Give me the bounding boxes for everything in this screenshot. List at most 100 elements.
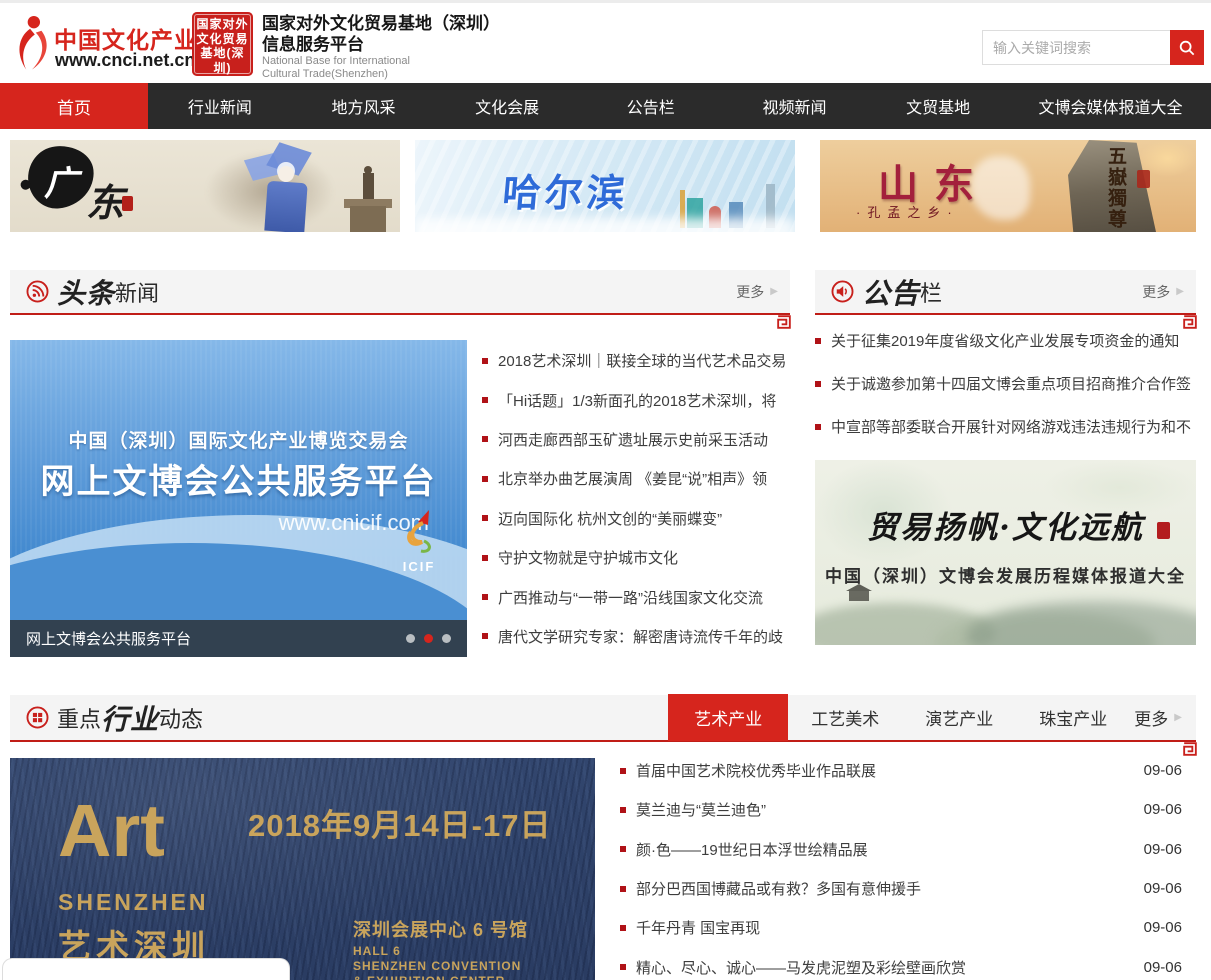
bullet (482, 358, 488, 364)
region-banner-harbin[interactable]: 哈尔滨 (415, 140, 795, 232)
floating-widget[interactable] (2, 958, 290, 980)
bullet (815, 381, 821, 387)
headline-news-list: 2018艺术深圳｜联接全球的当代艺术品交易 「Hi话题」1/3新面孔的2018艺… (482, 341, 790, 656)
stone-seal-decor (1137, 170, 1150, 188)
nav-item-notice[interactable]: 公告栏 (579, 83, 723, 129)
tab-performing-arts[interactable]: 演艺产业 (902, 694, 1016, 741)
bullet (815, 424, 821, 430)
carousel-slide[interactable]: 中国（深圳）国际文化产业博览交易会 网上文博会公共服务平台 www.cnicif… (10, 340, 467, 620)
news-item[interactable]: 「Hi话题」1/3新面孔的2018艺术深圳，将 (482, 380, 790, 419)
notice-title: 中宣部等部委联合开展针对网络游戏违法违规行为和不 (831, 416, 1191, 437)
org-title-zh: 国家对外文化贸易基地（深圳） (262, 13, 500, 34)
base-seal-logo: 国家对外 文化贸易 基地(深圳) National Base for Inter… (192, 12, 253, 76)
news-item[interactable]: 颜·色——19世纪日本浮世绘精品展 09-06 (620, 830, 1182, 869)
carousel-dot-active[interactable] (424, 634, 433, 643)
seal-line: 文化贸易 (192, 32, 253, 47)
news-date: 09-06 (1144, 841, 1182, 858)
bullet (620, 846, 626, 852)
news-item[interactable]: 部分巴西国博藏品或有救？多国有意伸援手09-06 (620, 869, 1182, 908)
news-title: 颜·色——19世纪日本浮世绘精品展 (636, 839, 868, 860)
slide-title-line2: 网上文博会公共服务平台 (10, 454, 467, 503)
carousel-caption-bar: 网上文博会公共服务平台 (10, 620, 467, 657)
search-button[interactable] (1170, 30, 1204, 65)
nav-item-home[interactable]: 首页 (0, 83, 148, 129)
bullet (620, 768, 626, 774)
art-logo-en: SHENZHEN (58, 889, 209, 916)
search-input[interactable] (982, 30, 1170, 65)
rss-icon (26, 280, 49, 303)
org-title-zh: 信息服务平台 (262, 34, 500, 55)
org-title-en: National Base for International (262, 55, 500, 68)
section-title: 动态 (159, 702, 203, 734)
stone-inscription: 五嶽獨尊 (1103, 146, 1130, 230)
notice-item[interactable]: 关于征集2019年度省级文化产业发展专项资金的通知 (815, 319, 1196, 362)
section-title: 栏 (920, 276, 942, 308)
banner-subtitle: 中国（深圳）文博会发展历程媒体报道大全 (815, 562, 1196, 587)
opera-face-decor (278, 166, 294, 182)
news-item[interactable]: 2018艺术深圳｜联接全球的当代艺术品交易 (482, 341, 790, 380)
art-venue-zh: 深圳会展中心 6 号馆 (353, 916, 528, 942)
industry-section-header: 重点 行业 动态 艺术产业 工艺美术 演艺产业 珠宝产业 更多 ▶ (10, 695, 1196, 742)
art-shenzhen-banner[interactable]: Art SHENZHEN 艺术深圳 2018年9月14日-17日 深圳会展中心 … (10, 758, 595, 980)
more-label: 更多 (736, 282, 764, 302)
search-icon (1178, 39, 1196, 57)
site-url: www.cnci.net.cn (55, 50, 195, 71)
industry-news-list: 首届中国艺术院校优秀毕业作品联展09-06 莫兰迪与“莫兰迪色”09-06 颜·… (620, 751, 1182, 980)
news-item[interactable]: 千年丹青 国宝再现09-06 (620, 908, 1182, 947)
carousel-dot[interactable] (442, 634, 451, 643)
nav-item-media-reports[interactable]: 文博会媒体报道大全 (1010, 83, 1211, 129)
chevron-right-icon: ▶ (770, 286, 778, 297)
news-item[interactable]: 守护文物就是守护城市文化 (482, 538, 790, 577)
trade-sail-banner[interactable]: 贸易扬帆·文化远航 中国（深圳）文博会发展历程媒体报道大全 (815, 460, 1196, 645)
region-banner-shandong[interactable]: 五嶽獨尊 山东 ·孔孟之乡· (820, 140, 1196, 232)
headline-section-header: 头条 新闻 更多 ▶ (10, 270, 790, 315)
bullet (620, 886, 626, 892)
notice-item[interactable]: 关于诚邀参加第十四届文博会重点项目招商推介合作签 (815, 362, 1196, 405)
bullet (620, 964, 626, 970)
nav-item-local[interactable]: 地方风采 (292, 83, 436, 129)
carousel-dot[interactable] (406, 634, 415, 643)
seal-line: 基地(深圳) (192, 46, 253, 75)
news-date: 09-06 (1144, 762, 1182, 779)
tab-jewelry[interactable]: 珠宝产业 (1016, 694, 1130, 741)
nav-item-trade-base[interactable]: 文贸基地 (866, 83, 1010, 129)
industry-more-link[interactable]: 更多 ▶ (1134, 694, 1196, 741)
statue-decor (350, 206, 386, 232)
red-seal-decor (1157, 522, 1170, 539)
nav-item-video[interactable]: 视频新闻 (723, 83, 867, 129)
news-item[interactable]: 北京举办曲艺展演周 《姜昆“说”相声》领 (482, 459, 790, 498)
headline-more-link[interactable]: 更多 ▶ (736, 282, 790, 302)
news-item[interactable]: 广西推动与“一带一路”沿线国家文化交流 (482, 577, 790, 616)
bullet (482, 555, 488, 561)
news-item[interactable]: 河西走廊西部玉矿遗址展示史前采玉活动 (482, 420, 790, 459)
news-title: 2018艺术深圳｜联接全球的当代艺术品交易 (498, 350, 786, 371)
slide-title-line1: 中国（深圳）国际文化产业博览交易会 (10, 426, 467, 453)
bullet (482, 476, 488, 482)
chevron-right-icon: ▶ (1174, 712, 1182, 723)
statue-decor (364, 166, 372, 174)
news-item[interactable]: 唐代文学研究专家：解密唐诗流传千年的歧 (482, 617, 790, 656)
speaker-icon (831, 280, 854, 303)
bullet (482, 515, 488, 521)
main-nav: 首页 行业新闻 地方风采 文化会展 公告栏 视频新闻 文贸基地 文博会媒体报道大… (0, 83, 1211, 129)
news-item[interactable]: 首届中国艺术院校优秀毕业作品联展09-06 (620, 751, 1182, 790)
region-banner-guangdong[interactable]: 广 东 (10, 140, 400, 232)
news-item[interactable]: 迈向国际化 杭州文创的“美丽蝶变” (482, 499, 790, 538)
news-title: 广西推动与“一带一路”沿线国家文化交流 (498, 587, 763, 608)
nav-item-exhibition[interactable]: 文化会展 (435, 83, 579, 129)
notice-title: 关于征集2019年度省级文化产业发展专项资金的通知 (831, 330, 1179, 351)
news-item[interactable]: 精心、尽心、诚心——马发虎泥塑及彩绘壁画欣赏09-06 (620, 947, 1182, 980)
section-title-strong: 行业 (101, 698, 159, 738)
notice-more-link[interactable]: 更多 ▶ (1142, 282, 1196, 302)
tab-arts-crafts[interactable]: 工艺美术 (788, 694, 902, 741)
banner-subtitle: ·孔孟之乡· (856, 202, 959, 221)
icif-logo: ICIF (393, 510, 445, 574)
art-venue-en-line: HALL 6 (353, 944, 521, 959)
nav-item-industry-news[interactable]: 行业新闻 (148, 83, 292, 129)
house-decor (849, 591, 869, 601)
tab-art-industry[interactable]: 艺术产业 (668, 694, 788, 741)
news-title: 「Hi话题」1/3新面孔的2018艺术深圳，将 (498, 390, 776, 411)
corner-ornament (1183, 742, 1197, 756)
news-item[interactable]: 莫兰迪与“莫兰迪色”09-06 (620, 790, 1182, 829)
notice-item[interactable]: 中宣部等部委联合开展针对网络游戏违法违规行为和不 (815, 405, 1196, 448)
